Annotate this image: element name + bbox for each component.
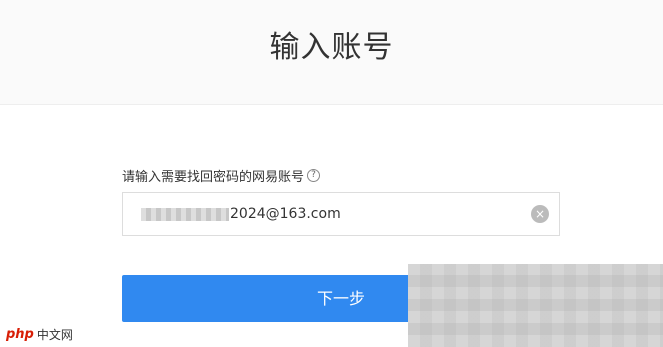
account-field-label: 请输入需要找回密码的网易账号 ? [122,166,321,185]
watermark-logo: php [6,327,34,342]
header: 输入账号 [0,0,663,105]
account-input-value: 2024@163.com [230,206,341,222]
page-title: 输入账号 [269,30,394,65]
watermark: php 中文网 [6,326,73,343]
clear-circle-icon[interactable]: × [531,205,549,223]
account-field-label-text: 请输入需要找回密码的网易账号 [122,170,305,185]
watermark-site-text: 中文网 [36,328,73,342]
masked-account-prefix [141,208,229,221]
account-input[interactable]: 2024@163.com × [122,192,560,236]
pixelated-overlay [408,264,663,347]
help-circle-icon[interactable]: ? [307,169,321,182]
